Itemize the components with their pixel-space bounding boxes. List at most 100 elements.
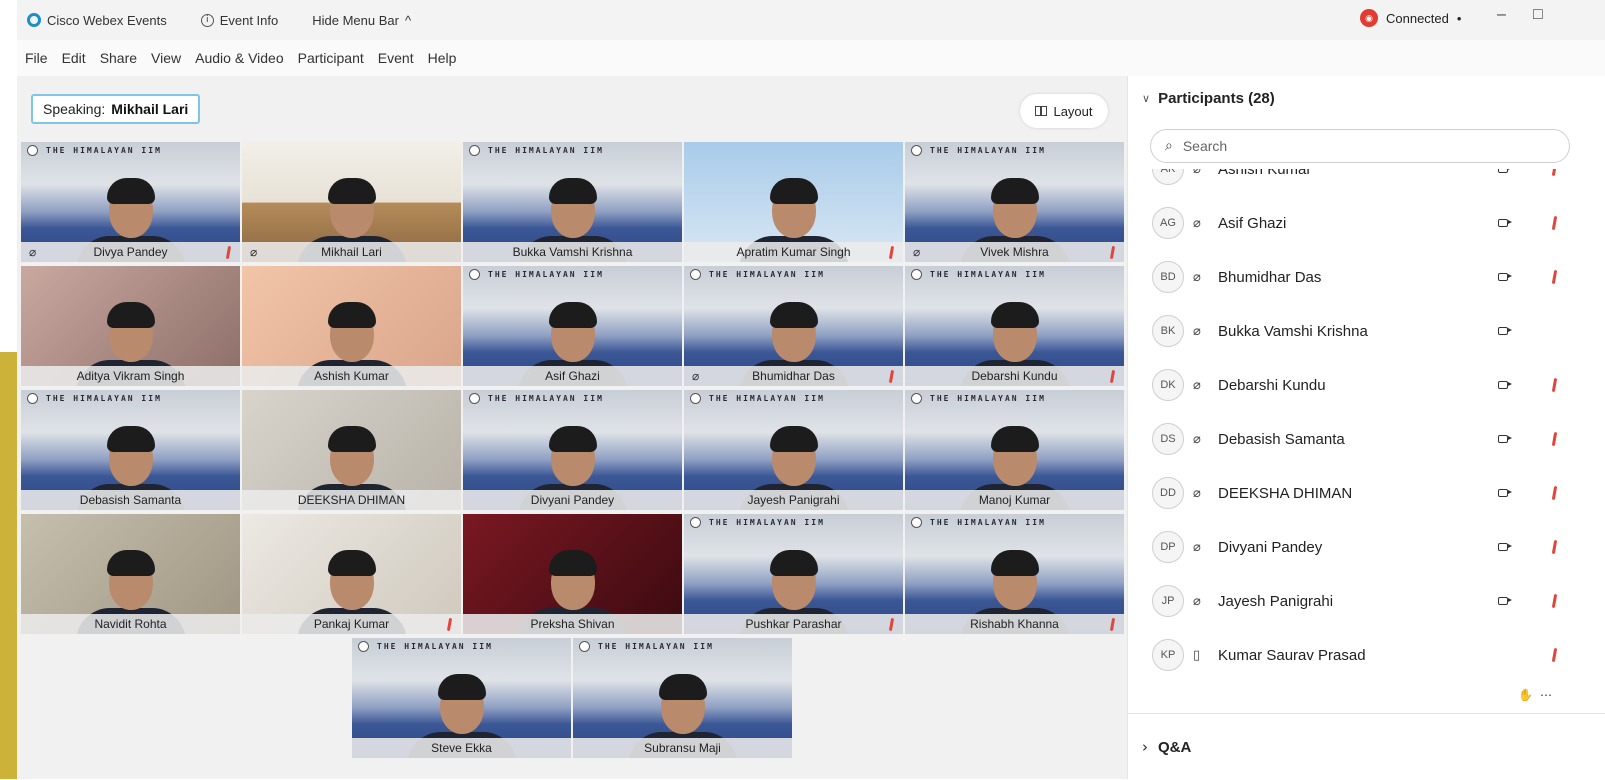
search-input[interactable] — [1180, 137, 1545, 155]
video-tile[interactable]: THE HIMALAYAN IIM Subransu Maji — [573, 638, 792, 758]
audio-icon: ⌀ — [1193, 539, 1201, 555]
participant-row[interactable]: DD ⌀ DEEKSHA DHIMAN — [1128, 466, 1605, 520]
logo-icon — [690, 393, 701, 404]
participant-name: Divyani Pandey — [1218, 538, 1323, 556]
logo-icon — [911, 393, 922, 404]
muted-mic-icon[interactable] — [1551, 169, 1558, 177]
video-tile[interactable]: THE HIMALAYAN IIM Manoj Kumar — [905, 390, 1124, 510]
video-tile[interactable]: Pankaj Kumar — [242, 514, 461, 634]
video-tile[interactable]: THE HIMALAYAN IIM Debasish Samanta — [21, 390, 240, 510]
logo-icon — [469, 269, 480, 280]
raise-hand-icon[interactable]: ✋ — [1518, 688, 1533, 702]
muted-mic-icon[interactable] — [1551, 485, 1558, 501]
video-tile[interactable]: THE HIMALAYAN IIM Divya Pandey ⌀ — [21, 142, 240, 262]
participant-search[interactable]: ⌕ — [1150, 129, 1570, 163]
video-tile[interactable]: THE HIMALAYAN IIM Steve Ekka — [352, 638, 571, 758]
muted-mic-icon[interactable] — [1551, 593, 1558, 609]
video-tile[interactable]: Navidit Rohta — [21, 514, 240, 634]
video-tile[interactable]: THE HIMALAYAN IIM Rishabh Khanna — [905, 514, 1124, 634]
participant-row[interactable]: DK ⌀ Debarshi Kundu — [1128, 358, 1605, 412]
camera-icon — [1498, 489, 1512, 497]
logo-icon — [911, 269, 922, 280]
menu-share[interactable]: Share — [100, 50, 137, 66]
tile-name-label: Navidit Rohta — [21, 614, 240, 634]
banner-text: THE HIMALAYAN IIM — [579, 641, 714, 652]
minimize-button[interactable]: – — [1497, 6, 1506, 24]
avatar: DS — [1152, 423, 1184, 455]
video-tile[interactable]: THE HIMALAYAN IIM Jayesh Panigrahi — [684, 390, 903, 510]
restore-button[interactable]: □ — [1533, 6, 1543, 24]
chevron-up-icon: ^ — [404, 12, 412, 28]
video-tile[interactable]: Aditya Vikram Singh — [21, 266, 240, 386]
video-tile[interactable]: Ashish Kumar — [242, 266, 461, 386]
participant-name: Bukka Vamshi Krishna — [1218, 322, 1368, 340]
video-tile[interactable]: THE HIMALAYAN IIM Pushkar Parashar — [684, 514, 903, 634]
video-tile[interactable]: THE HIMALAYAN IIM Divyani Pandey — [463, 390, 682, 510]
layout-label: Layout — [1053, 103, 1093, 119]
audio-icon: ⌀ — [29, 245, 37, 259]
camera-icon — [1498, 381, 1512, 389]
muted-mic-icon[interactable] — [1551, 269, 1558, 285]
muted-mic-icon[interactable] — [1551, 215, 1558, 231]
muted-mic-icon[interactable] — [1551, 539, 1558, 555]
participant-name: Asif Ghazi — [1218, 214, 1287, 232]
banner-text: THE HIMALAYAN IIM — [911, 269, 1046, 280]
connection-status[interactable]: ◉ Connected • — [1360, 9, 1461, 27]
camera-icon — [1498, 435, 1512, 443]
video-tile[interactable]: Preksha Shivan — [463, 514, 682, 634]
video-tile[interactable]: Mikhail Lari ⌀ — [242, 142, 461, 262]
video-tile[interactable]: DEEKSHA DHIMAN — [242, 390, 461, 510]
menu-event[interactable]: Event — [378, 50, 414, 66]
more-options-icon[interactable]: ⋯ — [1540, 688, 1552, 702]
participants-header[interactable]: ∨ Participants (28) — [1142, 90, 1275, 107]
participant-row[interactable]: KP ▯ Kumar Saurav Prasad — [1128, 628, 1605, 682]
menu-help[interactable]: Help — [428, 50, 457, 66]
camera-icon — [1498, 169, 1512, 173]
menu-edit[interactable]: Edit — [62, 50, 86, 66]
tile-name-label: Divyani Pandey — [463, 490, 682, 510]
video-tile[interactable]: THE HIMALAYAN IIM Asif Ghazi — [463, 266, 682, 386]
banner-text: THE HIMALAYAN IIM — [469, 393, 604, 404]
menu-bar: File Edit Share View Audio & Video Parti… — [17, 40, 1127, 76]
menu-view[interactable]: View — [151, 50, 181, 66]
participant-row[interactable]: BK ⌀ Bukka Vamshi Krishna — [1128, 304, 1605, 358]
participant-row[interactable]: AK ⌀ Ashish Kumar — [1128, 169, 1605, 196]
muted-mic-icon[interactable] — [1551, 431, 1558, 447]
menu-audio-video[interactable]: Audio & Video — [195, 50, 283, 66]
avatar: DP — [1152, 531, 1184, 563]
video-tile[interactable]: THE HIMALAYAN IIM Debarshi Kundu — [905, 266, 1124, 386]
menu-file[interactable]: File — [25, 50, 48, 66]
muted-mic-icon[interactable] — [1551, 377, 1558, 393]
banner-text: THE HIMALAYAN IIM — [911, 145, 1046, 156]
avatar: BK — [1152, 315, 1184, 347]
event-info-button[interactable]: i Event Info — [200, 13, 278, 28]
active-speaker-indicator: Speaking: Mikhail Lari — [31, 94, 201, 124]
video-tile[interactable]: THE HIMALAYAN IIM Vivek Mishra ⌀ — [905, 142, 1124, 262]
participant-row[interactable]: DS ⌀ Debasish Samanta — [1128, 412, 1605, 466]
hide-menu-bar-button[interactable]: Hide Menu Bar ^ — [312, 13, 411, 28]
avatar: AG — [1152, 207, 1184, 239]
logo-icon — [27, 393, 38, 404]
qa-section[interactable]: › Q&A — [1128, 713, 1605, 780]
chevron-down-icon: ∨ — [1142, 92, 1151, 105]
avatar: JP — [1152, 585, 1184, 617]
audio-icon: ⌀ — [1193, 431, 1201, 447]
participant-row[interactable]: BD ⌀ Bhumidhar Das — [1128, 250, 1605, 304]
video-tile[interactable]: THE HIMALAYAN IIM Bukka Vamshi Krishna — [463, 142, 682, 262]
camera-icon — [1498, 219, 1512, 227]
participant-row[interactable]: AG ⌀ Asif Ghazi — [1128, 196, 1605, 250]
layout-button[interactable]: Layout — [1020, 94, 1108, 128]
video-stage: Speaking: Mikhail Lari Layout THE HIMALA… — [17, 76, 1127, 779]
connection-status-icon: ◉ — [1360, 9, 1378, 27]
participants-title: Participants (28) — [1158, 90, 1275, 107]
menu-participant[interactable]: Participant — [298, 50, 364, 66]
participant-name: Jayesh Panigrahi — [1218, 592, 1334, 610]
muted-mic-icon[interactable] — [1551, 647, 1558, 663]
search-icon: ⌕ — [1165, 138, 1173, 154]
participant-name: Kumar Saurav Prasad — [1218, 646, 1366, 664]
tile-name-label: Divya Pandey — [21, 242, 240, 262]
participant-row[interactable]: JP ⌀ Jayesh Panigrahi — [1128, 574, 1605, 628]
video-tile[interactable]: THE HIMALAYAN IIM Bhumidhar Das ⌀ — [684, 266, 903, 386]
participant-row[interactable]: DP ⌀ Divyani Pandey — [1128, 520, 1605, 574]
video-tile[interactable]: Apratim Kumar Singh — [684, 142, 903, 262]
